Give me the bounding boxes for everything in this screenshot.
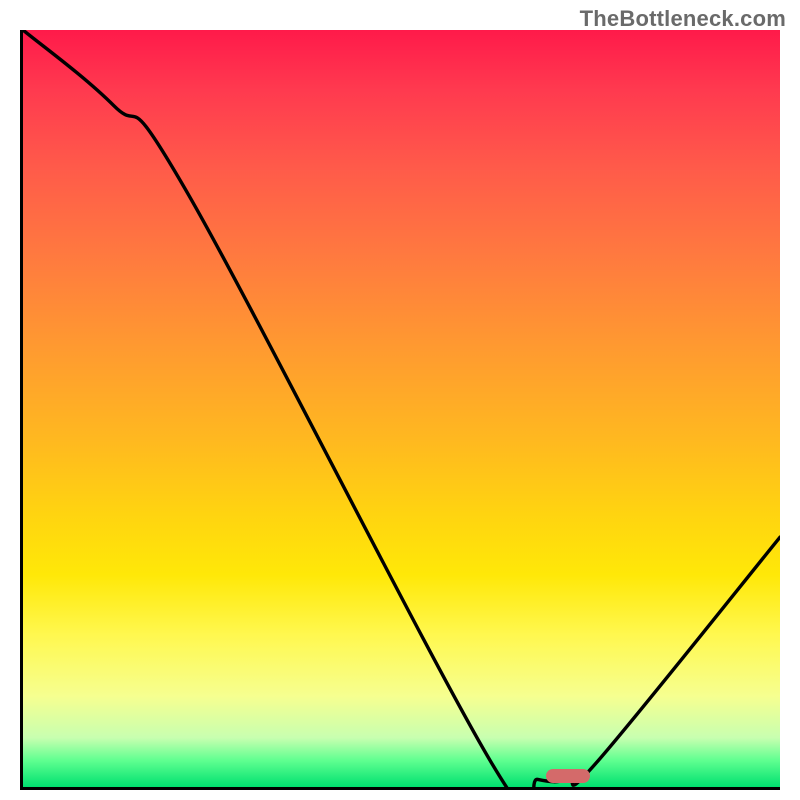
optimal-point-marker xyxy=(546,769,590,783)
watermark-text: TheBottleneck.com xyxy=(580,6,786,32)
chart-background-gradient xyxy=(23,30,780,787)
chart-frame xyxy=(20,30,780,790)
